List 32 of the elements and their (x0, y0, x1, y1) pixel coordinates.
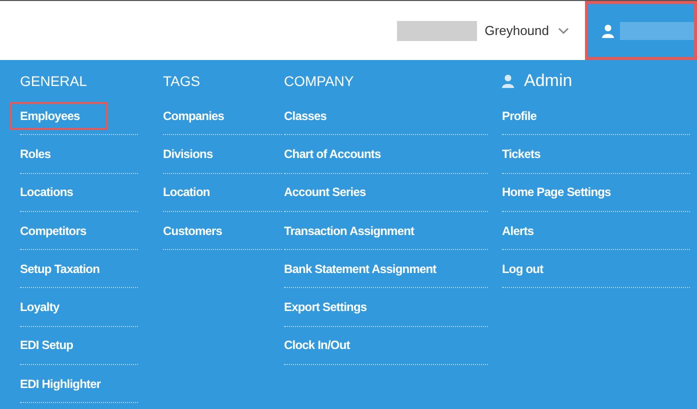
menu-link[interactable]: Account Series (282, 178, 372, 206)
menu-link[interactable]: Competitors (18, 216, 92, 245)
company-name[interactable]: Greyhound (484, 23, 549, 38)
menu-link[interactable]: Location (161, 178, 216, 206)
column-heading: COMPANY (284, 73, 354, 89)
menu-link[interactable]: Roles (18, 140, 57, 168)
user-icon (602, 24, 614, 38)
menu-link[interactable]: Employees (10, 102, 108, 130)
menu-link[interactable]: Alerts (500, 216, 540, 245)
menu-link[interactable]: Export Settings (282, 293, 373, 322)
menu-link[interactable]: Tickets (500, 140, 546, 168)
menu-link[interactable]: Loyalty (18, 293, 66, 322)
menu-link[interactable]: Profile (500, 102, 543, 130)
menu-link[interactable]: Home Page Settings (500, 178, 617, 206)
menu-link[interactable]: Setup Taxation (18, 254, 106, 283)
menu-link[interactable]: Log out (500, 254, 550, 283)
column-heading: GENERAL (20, 73, 87, 89)
menu-link[interactable]: Clock In/Out (282, 331, 356, 360)
menu-link[interactable]: Divisions (161, 140, 219, 168)
menu-link[interactable]: Customers (161, 216, 228, 245)
user-icon (502, 74, 514, 88)
menu-link[interactable]: EDI Setup (18, 331, 80, 360)
menu-link[interactable]: EDI Highlighter (18, 370, 107, 398)
menu-link[interactable]: Companies (161, 102, 230, 130)
menu-link[interactable]: Chart of Accounts (282, 140, 387, 168)
menu-link[interactable]: Bank Statement Assignment (282, 254, 442, 283)
column-heading: Admin (524, 71, 572, 91)
chevron-down-icon[interactable] (558, 26, 569, 34)
column-heading: TAGS (163, 73, 200, 89)
menu-link[interactable]: Classes (282, 102, 333, 130)
menu-link[interactable]: Locations (18, 178, 80, 206)
menu-link[interactable]: Transaction Assignment (282, 216, 420, 245)
